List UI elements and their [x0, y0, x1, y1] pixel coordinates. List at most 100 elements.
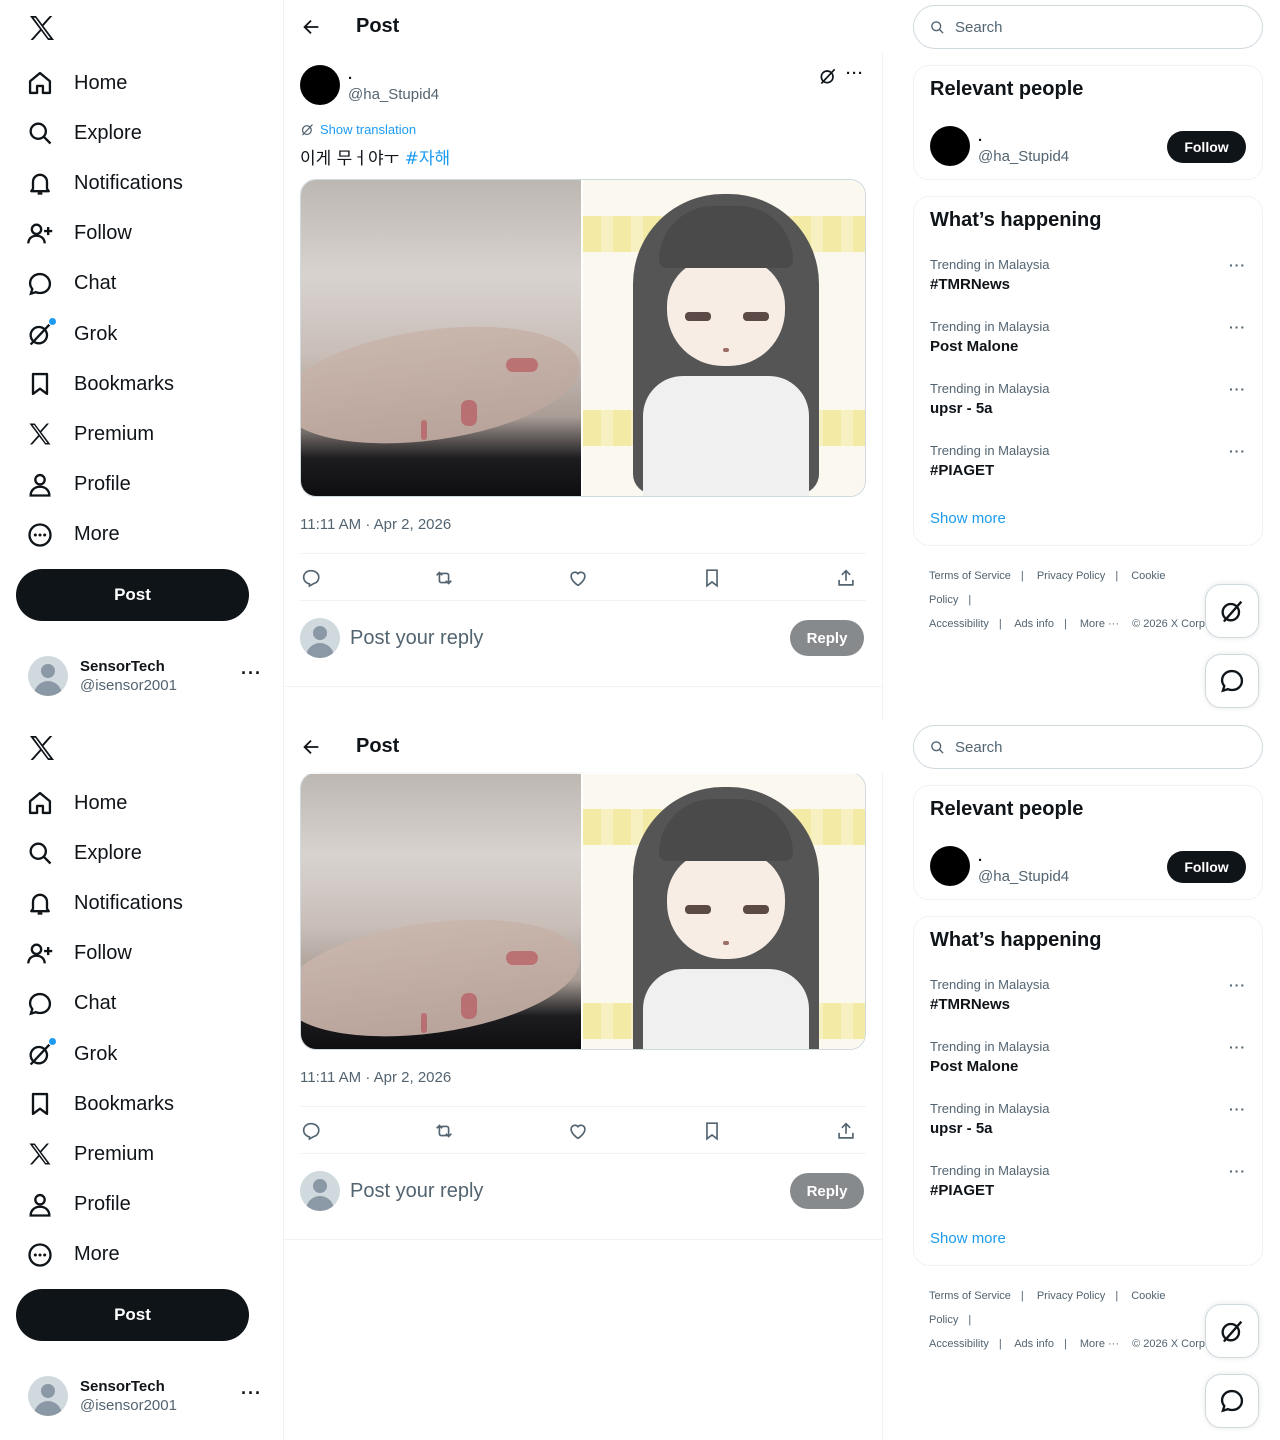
post-media[interactable]	[300, 772, 866, 1050]
grok-float-button[interactable]	[1205, 584, 1259, 638]
post-button[interactable]: Post	[16, 1289, 249, 1341]
nav-item-follow[interactable]: Follow	[14, 209, 144, 259]
trend-item[interactable]: Trending in Malaysia Post Malone ···	[930, 1039, 1246, 1091]
trend-item[interactable]: Trending in Malaysia Post Malone ···	[930, 319, 1246, 371]
grok-icon[interactable]	[818, 66, 838, 86]
nav-item-explore[interactable]: Explore	[14, 108, 154, 158]
more-icon[interactable]: ···	[1229, 443, 1246, 459]
more-icon[interactable]: ···	[1229, 257, 1246, 273]
nav-item-explore[interactable]: Explore	[14, 828, 154, 878]
media-photo[interactable]	[301, 773, 588, 1049]
post-button[interactable]: Post	[16, 569, 249, 621]
x-logo-icon[interactable]	[26, 732, 58, 764]
privacy-link[interactable]: Privacy Policy	[1037, 1290, 1105, 1302]
account-switcher[interactable]: SensorTech @isensor2001 ···	[28, 1375, 268, 1417]
nav-item-bookmarks[interactable]: Bookmarks	[14, 1079, 186, 1129]
repost-icon[interactable]	[433, 567, 455, 589]
nav-item-profile[interactable]: Profile	[14, 460, 143, 510]
author-handle[interactable]: @ha_Stupid4	[348, 86, 439, 103]
trend-item[interactable]: Trending in Malaysia upsr - 5a ···	[930, 1101, 1246, 1153]
post-media[interactable]	[300, 179, 866, 497]
like-icon[interactable]	[567, 1120, 589, 1142]
more-link[interactable]: More ···	[1080, 618, 1119, 630]
nav-item-home[interactable]: Home	[14, 58, 139, 108]
ads-info-link[interactable]: Ads info	[1014, 618, 1054, 630]
bookmark-icon[interactable]	[701, 567, 723, 589]
grok-float-button[interactable]	[1205, 1304, 1259, 1358]
more-icon[interactable]: ···	[241, 1383, 262, 1404]
more-icon[interactable]: ···	[1229, 381, 1246, 397]
accessibility-link[interactable]: Accessibility	[929, 1338, 989, 1350]
author-name[interactable]: .	[348, 66, 352, 83]
nav-item-follow[interactable]: Follow	[14, 929, 144, 979]
media-photo[interactable]	[301, 180, 588, 496]
nav-item-notifications[interactable]: Notifications	[14, 158, 195, 208]
nav-item-chat[interactable]: Chat	[14, 979, 128, 1029]
main-column: Post 11:11 AM · Apr 2, 2026 Post your rep…	[284, 720, 883, 1440]
post-timestamp[interactable]: 11:11 AM · Apr 2, 2026	[300, 516, 451, 533]
trend-item[interactable]: Trending in Malaysia upsr - 5a ···	[930, 381, 1246, 433]
like-icon[interactable]	[567, 567, 589, 589]
media-illustration[interactable]	[583, 180, 865, 496]
trend-item[interactable]: Trending in Malaysia #PIAGET ···	[930, 443, 1246, 495]
media-illustration[interactable]	[583, 773, 865, 1049]
terms-link[interactable]: Terms of Service	[929, 1290, 1011, 1302]
reply-input[interactable]: Post your reply	[350, 1180, 483, 1203]
nav-item-more[interactable]: More	[14, 510, 132, 560]
avatar[interactable]	[300, 65, 340, 105]
trend-item[interactable]: Trending in Malaysia #PIAGET ···	[930, 1163, 1246, 1215]
back-arrow-icon[interactable]	[300, 16, 322, 38]
bookmark-icon[interactable]	[701, 1120, 723, 1142]
search-input[interactable]: Search	[913, 725, 1263, 769]
avatar[interactable]	[930, 126, 970, 166]
privacy-link[interactable]: Privacy Policy	[1037, 570, 1105, 582]
share-icon[interactable]	[835, 567, 857, 589]
relevant-person[interactable]: . @ha_Stupid4 Follow	[930, 846, 1246, 888]
nav-item-home[interactable]: Home	[14, 778, 139, 828]
nav-item-premium[interactable]: Premium	[14, 409, 166, 459]
show-more-link[interactable]: Show more	[930, 1230, 1006, 1247]
post-timestamp[interactable]: 11:11 AM · Apr 2, 2026	[300, 1069, 451, 1086]
reply-icon[interactable]	[300, 1120, 322, 1142]
reply-input[interactable]: Post your reply	[350, 627, 483, 650]
nav-item-notifications[interactable]: Notifications	[14, 878, 195, 928]
more-icon[interactable]: ···	[1229, 977, 1246, 993]
trend-item[interactable]: Trending in Malaysia #TMRNews ···	[930, 257, 1246, 309]
more-icon[interactable]: ···	[241, 663, 262, 684]
relevant-person[interactable]: . @ha_Stupid4 Follow	[930, 126, 1246, 168]
reply-button[interactable]: Reply	[790, 620, 864, 656]
accessibility-link[interactable]: Accessibility	[929, 618, 989, 630]
reply-icon[interactable]	[300, 567, 322, 589]
more-icon[interactable]: ···	[1229, 1039, 1246, 1055]
more-icon[interactable]: ···	[1229, 319, 1246, 335]
more-link[interactable]: More ···	[1080, 1338, 1119, 1350]
repost-icon[interactable]	[433, 1120, 455, 1142]
more-icon[interactable]: ···	[846, 65, 864, 82]
show-translation-link[interactable]: Show translation	[300, 122, 416, 137]
chat-float-button[interactable]	[1205, 654, 1259, 708]
nav-item-grok[interactable]: Grok	[14, 309, 129, 359]
more-icon[interactable]: ···	[1229, 1101, 1246, 1117]
terms-link[interactable]: Terms of Service	[929, 570, 1011, 582]
nav-item-profile[interactable]: Profile	[14, 1180, 143, 1230]
chat-float-button[interactable]	[1205, 1374, 1259, 1428]
reply-button[interactable]: Reply	[790, 1173, 864, 1209]
nav-item-grok[interactable]: Grok	[14, 1029, 129, 1079]
avatar[interactable]	[930, 846, 970, 886]
share-icon[interactable]	[835, 1120, 857, 1142]
show-more-link[interactable]: Show more	[930, 510, 1006, 527]
trend-item[interactable]: Trending in Malaysia #TMRNews ···	[930, 977, 1246, 1029]
hashtag-link[interactable]: #자해	[405, 149, 451, 169]
account-switcher[interactable]: SensorTech @isensor2001 ···	[28, 655, 268, 697]
nav-item-bookmarks[interactable]: Bookmarks	[14, 359, 186, 409]
nav-item-chat[interactable]: Chat	[14, 259, 128, 309]
more-icon[interactable]: ···	[1229, 1163, 1246, 1179]
nav-item-more[interactable]: More	[14, 1230, 132, 1280]
follow-button[interactable]: Follow	[1167, 131, 1246, 163]
follow-button[interactable]: Follow	[1167, 851, 1246, 883]
search-input[interactable]: Search	[913, 5, 1263, 49]
back-arrow-icon[interactable]	[300, 736, 322, 758]
ads-info-link[interactable]: Ads info	[1014, 1338, 1054, 1350]
x-logo-icon[interactable]	[26, 12, 58, 44]
nav-item-premium[interactable]: Premium	[14, 1129, 166, 1179]
